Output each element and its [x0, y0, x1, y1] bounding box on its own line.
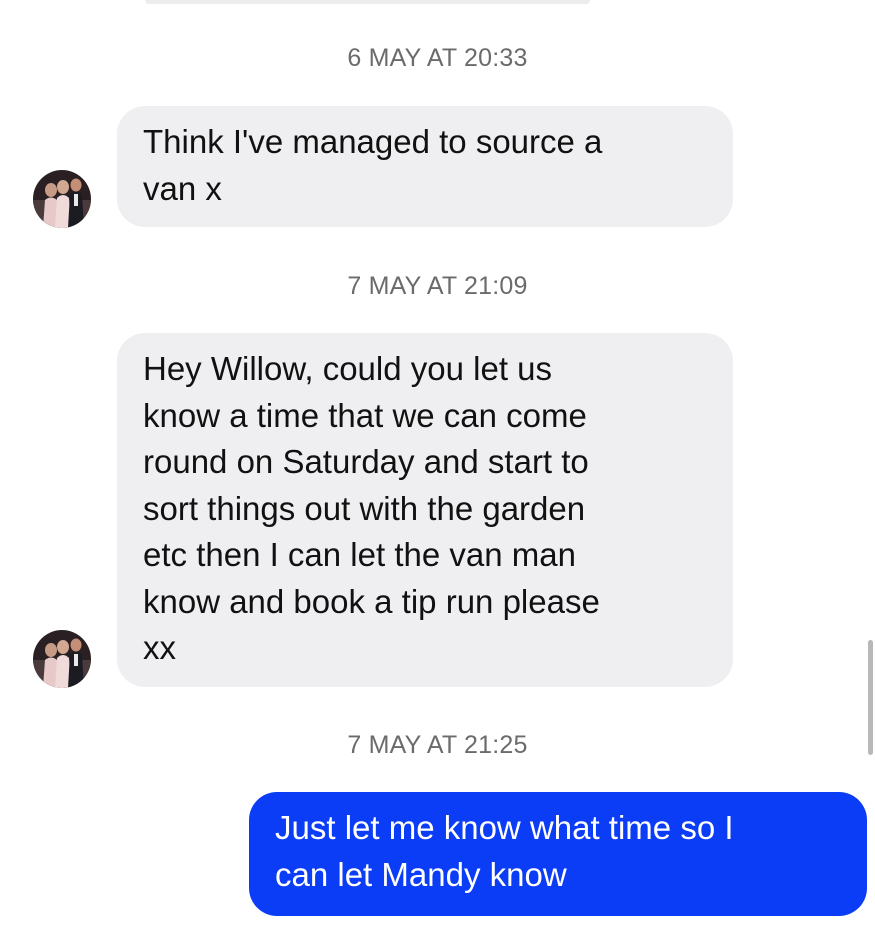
message-timestamp: 7 MAY AT 21:25 [347, 731, 528, 759]
previous-message-fragment [145, 0, 590, 4]
incoming-message-bubble[interactable]: Hey Willow, could you let us know a time… [117, 333, 733, 687]
scrollbar-thumb[interactable] [868, 640, 873, 755]
sender-avatar[interactable] [33, 630, 91, 688]
sender-avatar[interactable] [33, 170, 91, 228]
avatar-photo-icon [33, 170, 91, 228]
message-timestamp: 7 MAY AT 21:09 [347, 272, 528, 300]
avatar-photo-icon [33, 630, 91, 688]
message-timestamp: 6 MAY AT 20:33 [347, 44, 528, 72]
incoming-message-bubble[interactable]: Think I've managed to source a van x [117, 106, 733, 227]
outgoing-message-bubble[interactable]: Just let me know what time so I can let … [249, 792, 867, 916]
